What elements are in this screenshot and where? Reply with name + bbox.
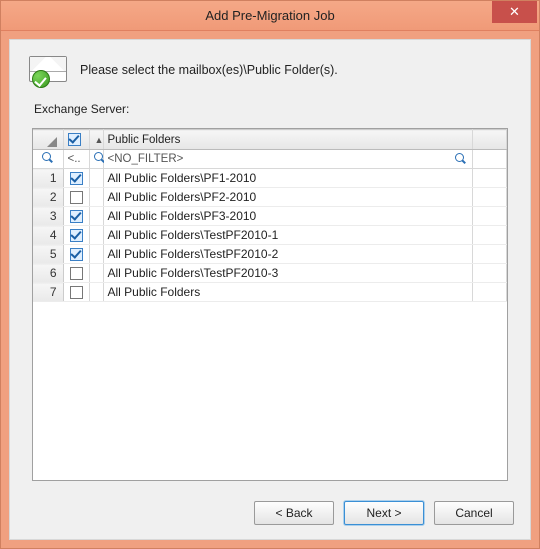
- row-sort-gap: [89, 283, 103, 302]
- table-row[interactable]: 6 All Public Folders\TestPF2010-3: [33, 264, 507, 283]
- instruction-text: Please select the mailbox(es)\Public Fol…: [80, 63, 338, 77]
- wizard-body: Please select the mailbox(es)\Public Fol…: [9, 39, 531, 540]
- header-sort-indicator[interactable]: ▲: [89, 130, 103, 150]
- row-sort-gap: [89, 207, 103, 226]
- row-path: All Public Folders\PF1-2010: [103, 169, 473, 188]
- row-number: 7: [33, 283, 63, 302]
- row-path: All Public Folders\TestPF2010-2: [103, 245, 473, 264]
- close-icon: ✕: [509, 4, 520, 20]
- table-row[interactable]: 7 All Public Folders: [33, 283, 507, 302]
- table-row[interactable]: 1 All Public Folders\PF1-2010: [33, 169, 507, 188]
- exchange-server-label: Exchange Server:: [10, 96, 530, 122]
- row-checkbox[interactable]: [63, 283, 89, 302]
- window-title: Add Pre-Migration Job: [1, 8, 539, 23]
- checkbox-icon: [70, 286, 83, 299]
- checkbox-icon: [70, 229, 83, 242]
- wizard-footer: < Back Next > Cancel: [10, 491, 530, 539]
- grid-header-row: ▲ Public Folders: [33, 130, 507, 150]
- row-sort-gap: [89, 169, 103, 188]
- title-bar: Add Pre-Migration Job ✕: [1, 1, 539, 31]
- row-path: All Public Folders: [103, 283, 473, 302]
- row-pad: [473, 264, 507, 283]
- header-pad: [473, 130, 507, 150]
- checkbox-icon: [70, 267, 83, 280]
- filter-path-input[interactable]: <NO_FILTER>: [103, 150, 473, 169]
- row-checkbox[interactable]: [63, 188, 89, 207]
- filter-rownum-icon[interactable]: [33, 150, 63, 169]
- row-pad: [473, 245, 507, 264]
- row-checkbox[interactable]: [63, 245, 89, 264]
- row-pad: [473, 207, 507, 226]
- header-public-folders[interactable]: Public Folders: [103, 130, 473, 150]
- filter-placeholder: <NO_FILTER>: [108, 153, 184, 165]
- row-number: 1: [33, 169, 63, 188]
- sort-asc-icon: ▲: [94, 135, 104, 145]
- close-button[interactable]: ✕: [492, 1, 537, 23]
- header-select-all-checkbox[interactable]: [63, 130, 89, 150]
- filter-pad: [473, 150, 507, 169]
- checkbox-icon: [70, 191, 83, 204]
- row-path: All Public Folders\TestPF2010-1: [103, 226, 473, 245]
- row-number: 4: [33, 226, 63, 245]
- row-sort-gap: [89, 226, 103, 245]
- row-pad: [473, 169, 507, 188]
- grid-empty-area: [33, 302, 507, 480]
- dialog-window: Add Pre-Migration Job ✕ Please select th…: [0, 0, 540, 549]
- table-row[interactable]: 2 All Public Folders\PF2-2010: [33, 188, 507, 207]
- row-checkbox[interactable]: [63, 169, 89, 188]
- back-button[interactable]: < Back: [254, 501, 334, 525]
- row-sort-gap: [89, 188, 103, 207]
- checkbox-icon: [70, 210, 83, 223]
- folders-grid: ▲ Public Folders <.. <NO_FILTER>: [32, 128, 508, 481]
- checkbox-icon: [70, 172, 83, 185]
- search-icon: [42, 152, 53, 163]
- grid-filter-row: <.. <NO_FILTER>: [33, 150, 507, 169]
- mailbox-check-icon: [28, 54, 68, 86]
- row-checkbox[interactable]: [63, 264, 89, 283]
- checkbox-icon: [70, 248, 83, 261]
- checkbox-icon: [68, 133, 81, 146]
- row-number: 2: [33, 188, 63, 207]
- row-pad: [473, 283, 507, 302]
- outer-frame: Please select the mailbox(es)\Public Fol…: [1, 31, 539, 548]
- filter-check-icon[interactable]: [89, 150, 103, 169]
- row-sort-gap: [89, 264, 103, 283]
- table-row[interactable]: 4 All Public Folders\TestPF2010-1: [33, 226, 507, 245]
- row-path: All Public Folders\PF2-2010: [103, 188, 473, 207]
- grid-corner-cell[interactable]: [33, 130, 63, 150]
- next-button[interactable]: Next >: [344, 501, 424, 525]
- table-row[interactable]: 3 All Public Folders\PF3-2010: [33, 207, 507, 226]
- filter-check-prefix[interactable]: <..: [63, 150, 89, 169]
- row-sort-gap: [89, 245, 103, 264]
- table-row[interactable]: 5 All Public Folders\TestPF2010-2: [33, 245, 507, 264]
- row-checkbox[interactable]: [63, 226, 89, 245]
- cancel-button[interactable]: Cancel: [434, 501, 514, 525]
- row-number: 6: [33, 264, 63, 283]
- row-number: 3: [33, 207, 63, 226]
- instruction-row: Please select the mailbox(es)\Public Fol…: [10, 40, 530, 96]
- row-path: All Public Folders\PF3-2010: [103, 207, 473, 226]
- search-icon: [455, 153, 466, 164]
- row-path: All Public Folders\TestPF2010-3: [103, 264, 473, 283]
- row-checkbox[interactable]: [63, 207, 89, 226]
- row-number: 5: [33, 245, 63, 264]
- row-pad: [473, 226, 507, 245]
- row-pad: [473, 188, 507, 207]
